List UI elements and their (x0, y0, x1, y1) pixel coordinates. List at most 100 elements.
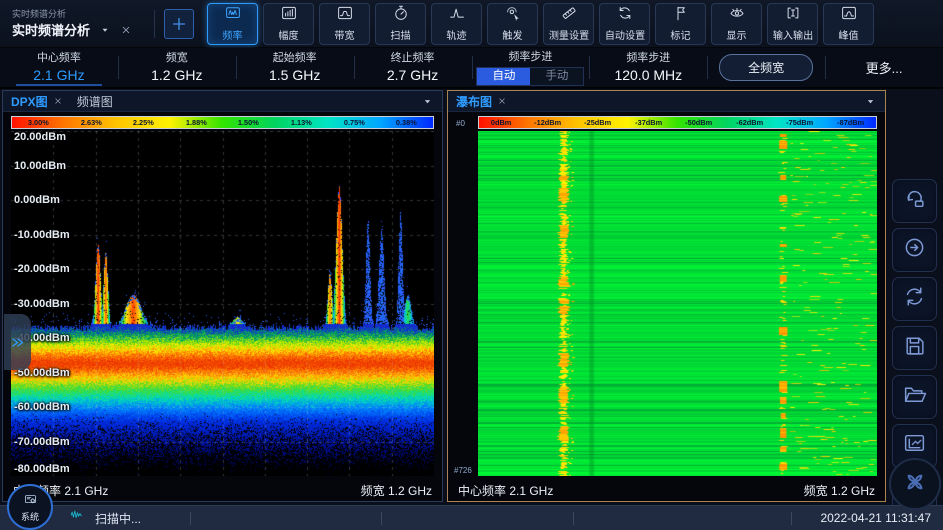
trace-icon (447, 4, 467, 27)
dpx-span-label: 频宽 1.2 GHz (361, 482, 432, 499)
setting-start-frequency[interactable]: 起始频率1.5 GHz (236, 48, 354, 87)
waterfall-plot[interactable] (478, 131, 877, 476)
title-dropdown-icon[interactable] (99, 24, 111, 36)
setting-center-frequency[interactable]: 中心频率2.1 GHz (0, 48, 118, 87)
tab-close-icon[interactable] (53, 96, 63, 106)
open-icon (902, 382, 927, 412)
setting-span[interactable]: 频宽1.2 GHz (118, 48, 236, 87)
setting-label: 频率步进 (508, 50, 552, 65)
toggle-option[interactable]: 自动 (477, 68, 530, 85)
colorbar-label: 3.00% (28, 118, 49, 126)
colorbar-label: 1.50% (238, 118, 259, 126)
save-button[interactable] (892, 326, 937, 370)
utility-menu-button[interactable] (889, 458, 941, 510)
colorbar-label: 1.13% (291, 118, 312, 126)
tab-label: 频谱图 (77, 93, 113, 110)
waterfall-panel-dropdown-icon[interactable] (864, 95, 877, 108)
frequency-icon (223, 4, 243, 27)
io-icon (783, 4, 803, 27)
peak-icon (839, 4, 859, 27)
setting-value[interactable]: 1.2 GHz (151, 66, 202, 85)
colorbar-label: -12dBm (534, 118, 561, 126)
toolbar-button-label: 轨迹 (446, 28, 466, 42)
close-window-icon[interactable] (120, 24, 132, 36)
recall-icon (902, 186, 927, 216)
setting-full-span[interactable]: 全频宽 (707, 48, 825, 87)
waterfall-span-label: 频宽 1.2 GHz (804, 482, 875, 499)
refresh-button[interactable] (892, 277, 937, 321)
expand-handle[interactable] (4, 314, 31, 370)
window-tab-label: 实时频谱分析 (12, 8, 150, 20)
system-icon (22, 493, 39, 512)
toolbar-button-trigger[interactable]: 触发 (487, 3, 538, 45)
measure-setup-icon (559, 4, 579, 27)
top-toolbar: 实时频谱分析 实时频谱分析 频率 幅度带宽 扫描 轨迹 触发测量设置自动设置标记显示 输入… (0, 0, 943, 48)
bandwidth-icon (335, 4, 355, 27)
tab-label: DPX图 (11, 93, 48, 110)
scan-status: 扫描中... (66, 510, 141, 527)
add-window-button[interactable] (164, 9, 194, 39)
setting-more[interactable]: 更多... (825, 48, 943, 87)
dpx-tab[interactable]: 频谱图 (77, 93, 113, 110)
spectrum-analyzer-app: 实时频谱分析 实时频谱分析 频率 幅度带宽 扫描 轨迹 触发测量设置自动设置标记显示 输入… (0, 0, 943, 530)
amplitude-icon (279, 4, 299, 27)
cross-icon (899, 466, 931, 503)
colorbar-label: 0dBm (490, 118, 510, 126)
toolbar-button-auto-setup[interactable]: 自动设置 (599, 3, 650, 45)
toolbar-button-sweep[interactable]: 扫描 (375, 3, 426, 45)
colorbar-label: -62dBm (736, 118, 763, 126)
scan-status-text: 扫描中... (95, 510, 141, 527)
waterfall-tab[interactable]: 瀑布图 (456, 93, 507, 110)
setting-label: 频宽 (166, 51, 188, 66)
dpx-colorbar: 3.00%2.63%2.25%1.88%1.50%1.13%0.75%0.38% (11, 116, 434, 129)
setting-label: 中心频率 (37, 51, 81, 66)
window-tab-zone: 实时频谱分析 实时频谱分析 (0, 8, 150, 39)
setting-value[interactable]: 2.7 GHz (387, 66, 438, 85)
setting-label: 终止频率 (391, 51, 435, 66)
recall-button[interactable] (892, 179, 937, 223)
trigger-icon (503, 4, 523, 27)
waterfall-panel: 瀑布图 #0 #726 0dBm-12dBm-25dBm-37dBm-50dBm… (447, 90, 886, 502)
colorbar-label: 2.63% (81, 118, 102, 126)
colorbar-label: -87dBm (837, 118, 864, 126)
toolbar-button-label: 扫描 (390, 28, 410, 42)
toolbar-button-io[interactable]: 输入输出 (767, 3, 818, 45)
toolbar-button-trace[interactable]: 轨迹 (431, 3, 482, 45)
dpx-tab[interactable]: DPX图 (11, 93, 63, 110)
toolbar-button-amplitude[interactable]: 幅度 (263, 3, 314, 45)
layout-icon (902, 431, 927, 461)
toggle-option[interactable]: 手动 (530, 68, 583, 85)
toolbar-button-peak[interactable]: 峰值 (823, 3, 874, 45)
setting-value[interactable]: 2.1 GHz (33, 66, 84, 85)
colorbar-label: 2.25% (133, 118, 154, 126)
waveform-status-icon (66, 510, 88, 526)
setting-step-mode[interactable]: 频率步进自动手动 (472, 48, 590, 87)
open-button[interactable] (892, 375, 937, 419)
system-button-label: 系统 (21, 512, 39, 522)
status-bar: 扫描中... 2022-04-21 11:31:47 (0, 505, 943, 530)
toolbar-button-display[interactable]: 显示 (711, 3, 762, 45)
more-button[interactable]: 更多... (866, 58, 903, 77)
waterfall-center-frequency-label: 中心频率 2.1 GHz (458, 482, 553, 499)
colorbar-label: -50dBm (686, 118, 713, 126)
toolbar-button-label: 显示 (726, 28, 746, 42)
setting-value[interactable]: 120.0 MHz (614, 66, 682, 85)
colorbar-label: 0.75% (344, 118, 365, 126)
toolbar-button-label: 频率 (222, 28, 242, 42)
dpx-panel-dropdown-icon[interactable] (421, 95, 434, 108)
dpx-spectrum-plot[interactable] (11, 131, 434, 476)
system-button[interactable]: 系统 (7, 484, 53, 530)
setting-step-value[interactable]: 频率步进120.0 MHz (589, 48, 707, 87)
sweep-icon (391, 4, 411, 27)
run-icon (902, 235, 927, 265)
toolbar-button-frequency[interactable]: 频率 (207, 3, 258, 45)
setting-value[interactable]: 1.5 GHz (269, 66, 320, 85)
toolbar-button-measure-setup[interactable]: 测量设置 (543, 3, 594, 45)
setting-stop-frequency[interactable]: 终止频率2.7 GHz (354, 48, 472, 87)
toolbar-button-bandwidth[interactable]: 带宽 (319, 3, 370, 45)
full-span-button[interactable]: 全频宽 (719, 54, 813, 81)
toolbar-button-marker[interactable]: 标记 (655, 3, 706, 45)
run-button[interactable] (892, 228, 937, 272)
toolbar-button-label: 带宽 (334, 28, 354, 42)
tab-close-icon[interactable] (497, 96, 507, 106)
